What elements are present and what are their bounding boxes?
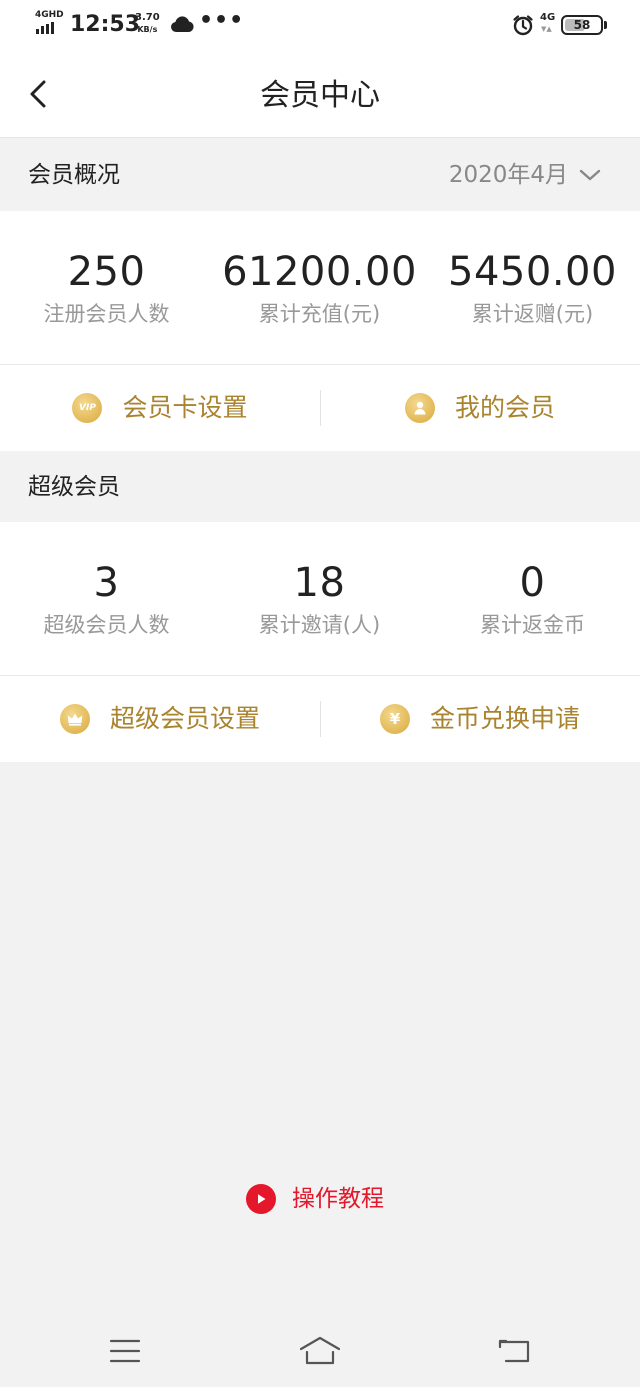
menu-icon[interactable] xyxy=(101,1331,149,1371)
signal-icon xyxy=(36,22,54,34)
stat-value: 250 xyxy=(67,249,146,295)
alarm-icon xyxy=(512,14,534,40)
user-icon xyxy=(404,393,435,423)
play-icon xyxy=(246,1184,276,1214)
network-speed-unit: KB/s xyxy=(137,25,158,34)
stat-value: 5450.00 xyxy=(448,249,617,295)
stat-total-recharge: 61200.00 累计充值(元) xyxy=(213,247,426,329)
month-selector[interactable]: 2020年4月 xyxy=(449,159,602,191)
super-member-settings-label: 超级会员设置 xyxy=(109,704,260,733)
stat-value: 3 xyxy=(93,560,120,606)
back-icon[interactable] xyxy=(491,1331,539,1371)
tutorial-label: 操作教程 xyxy=(292,1186,384,1212)
stat-label: 累计返赠(元) xyxy=(471,302,594,326)
member-overview-stats: 250 注册会员人数 61200.00 累计充值(元) 5450.00 累计返赠… xyxy=(0,211,640,365)
stat-total-bonus: 5450.00 累计返赠(元) xyxy=(426,247,639,329)
yen-icon-text: ¥ xyxy=(389,710,401,728)
super-member-actions: 超级会员设置 ¥ 金币兑换申请 xyxy=(0,676,640,762)
member-overview-actions: VIP 会员卡设置 我的会员 xyxy=(0,365,640,451)
network-type: 4G xyxy=(540,12,556,23)
status-time: 12:53 xyxy=(70,12,141,37)
super-member-header: 超级会员 xyxy=(0,451,640,523)
yen-icon: ¥ xyxy=(379,704,410,734)
crown-icon xyxy=(59,704,90,734)
member-card-settings-label: 会员卡设置 xyxy=(122,393,248,422)
coin-exchange-label: 金币兑换申请 xyxy=(429,704,580,733)
battery-cap xyxy=(604,21,607,29)
more-notifications: ••• xyxy=(199,8,245,33)
stat-label: 注册会员人数 xyxy=(43,302,170,326)
chevron-down-icon xyxy=(579,169,601,181)
stat-total-invites: 18 累计邀请(人) xyxy=(213,558,426,640)
stat-label: 累计充值(元) xyxy=(258,302,381,326)
battery-level: 58 xyxy=(573,18,591,32)
system-nav-bar xyxy=(0,1311,640,1387)
data-arrows-icon: ▼▲ xyxy=(541,25,552,33)
stat-registered-members: 250 注册会员人数 xyxy=(0,247,213,329)
stat-total-coins: 0 累计返金币 xyxy=(426,558,639,640)
my-members-label: 我的会员 xyxy=(454,393,555,422)
member-card-settings-button[interactable]: VIP 会员卡设置 xyxy=(0,365,320,451)
network-speed-value: 3.70 xyxy=(135,12,160,23)
member-overview-title: 会员概况 xyxy=(28,162,120,188)
stat-label: 累计邀请(人) xyxy=(258,613,381,637)
super-member-stats: 3 超级会员人数 18 累计邀请(人) 0 累计返金币 xyxy=(0,522,640,676)
network-tag: 4GHD xyxy=(35,10,64,20)
vip-icon: VIP xyxy=(72,393,103,423)
page-title: 会员中心 xyxy=(260,78,380,113)
stat-label: 累计返金币 xyxy=(480,613,585,637)
network-speed: 3.70 KB/s xyxy=(135,12,160,36)
status-bar: 4GHD 12:53 3.70 KB/s ••• 4G ▼▲ 58 xyxy=(0,0,640,52)
my-members-button[interactable]: 我的会员 xyxy=(320,365,640,451)
member-overview-header: 会员概况 2020年4月 xyxy=(0,139,640,211)
nav-header: 会员中心 xyxy=(0,52,640,138)
coin-exchange-button[interactable]: ¥ 金币兑换申请 xyxy=(320,676,640,762)
stat-value: 0 xyxy=(519,560,546,606)
tutorial-link[interactable]: 操作教程 xyxy=(246,1183,384,1215)
vip-icon-text: VIP xyxy=(79,403,96,413)
stat-value: 18 xyxy=(293,560,346,606)
home-icon[interactable] xyxy=(296,1331,344,1371)
stat-super-members: 3 超级会员人数 xyxy=(0,558,213,640)
super-member-title: 超级会员 xyxy=(28,474,120,500)
stat-label: 超级会员人数 xyxy=(43,613,170,637)
stat-value: 61200.00 xyxy=(222,249,417,295)
super-member-settings-button[interactable]: 超级会员设置 xyxy=(0,676,320,762)
cloud-icon xyxy=(170,15,194,37)
month-label: 2020年4月 xyxy=(448,162,568,188)
battery-icon: 58 xyxy=(561,15,603,35)
